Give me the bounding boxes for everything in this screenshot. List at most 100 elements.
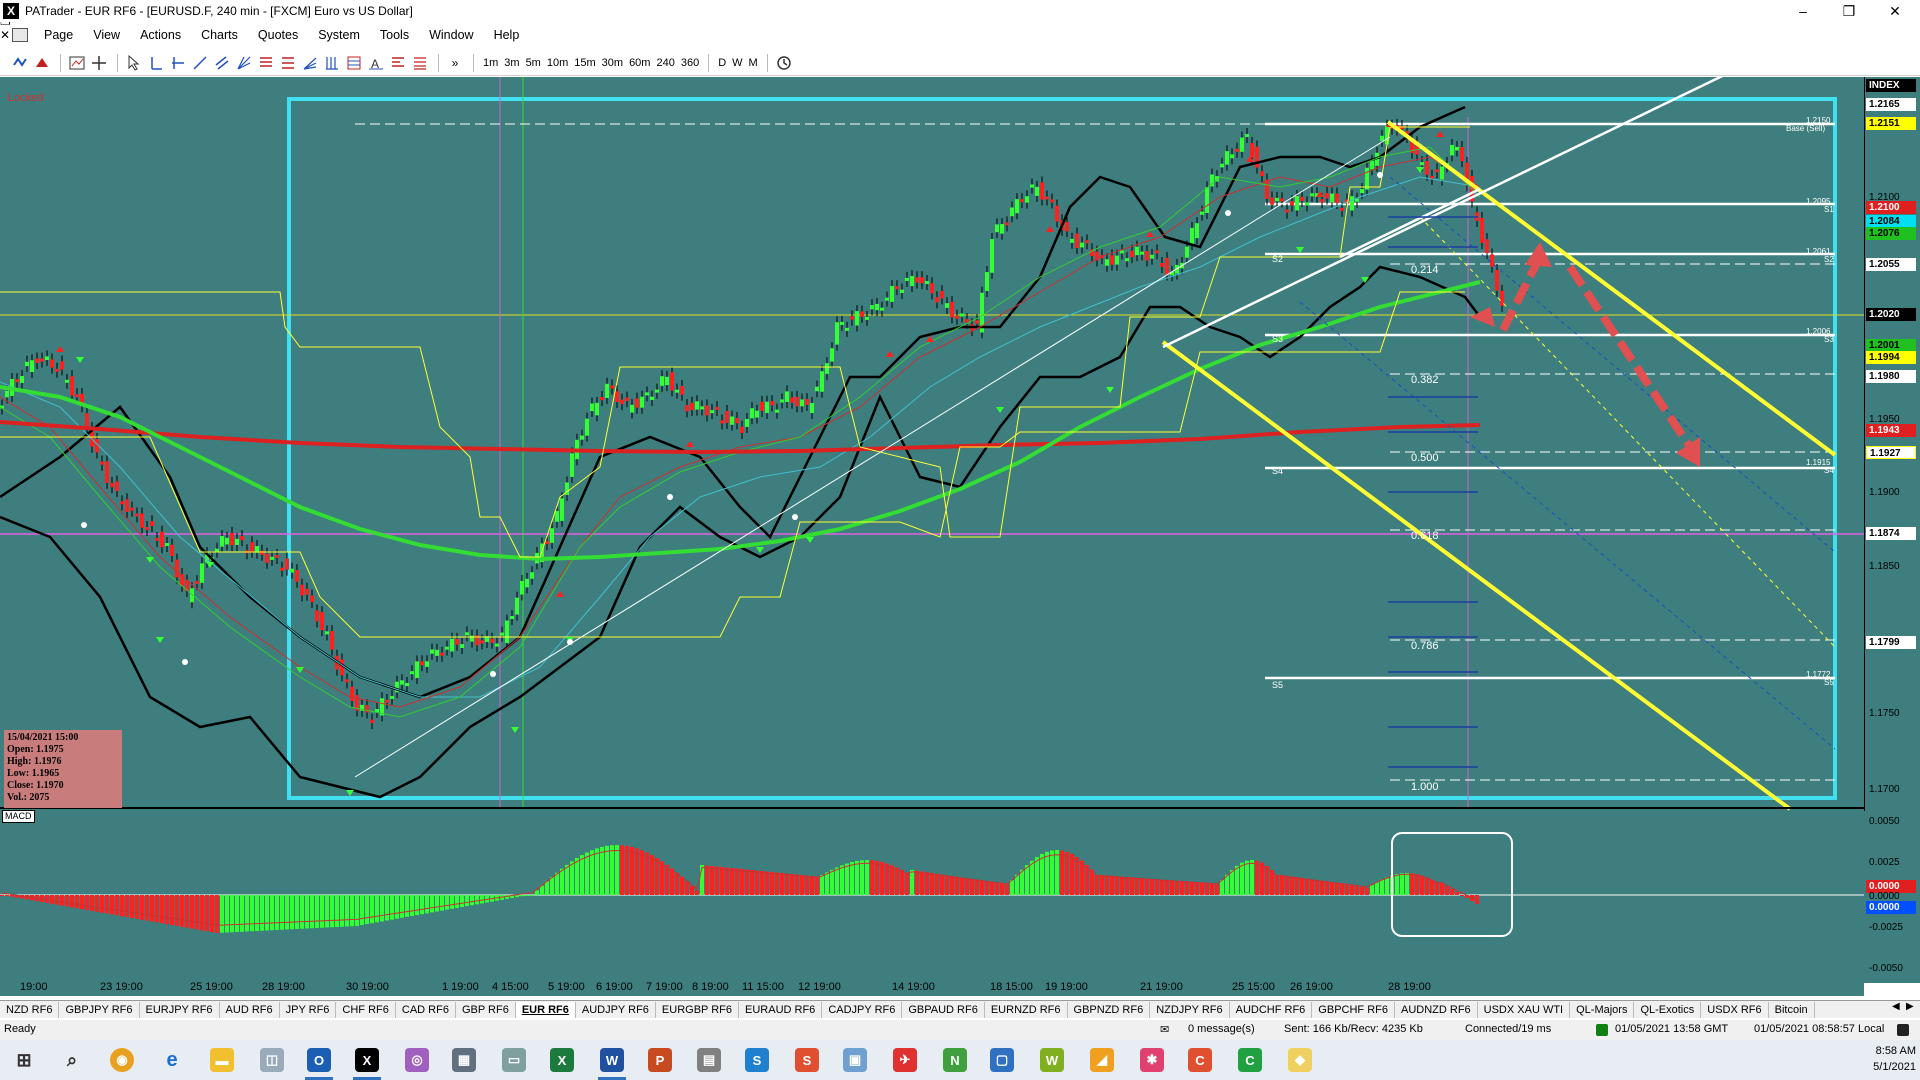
symbol-tab[interactable]: NZDJPY RF6 <box>1150 1001 1230 1018</box>
symbol-tab[interactable]: Bitcoin <box>1769 1001 1815 1018</box>
timeframe-30m[interactable]: 30m <box>599 53 626 73</box>
status-messages[interactable]: 0 message(s) <box>1188 1023 1255 1035</box>
app-icon[interactable]: ✈ <box>893 1048 917 1072</box>
menu-quotes[interactable]: Quotes <box>248 24 308 46</box>
symbol-tab[interactable]: JPY RF6 <box>280 1001 337 1018</box>
app-icon[interactable]: ▣ <box>843 1048 867 1072</box>
overflow-chevron-icon[interactable]: » <box>445 53 465 73</box>
timeframe-1m[interactable]: 1m <box>480 53 501 73</box>
app-icon[interactable]: ▭ <box>502 1048 526 1072</box>
app-icon[interactable]: ◫ <box>260 1048 284 1072</box>
calculator-icon[interactable]: ▦ <box>452 1048 476 1072</box>
symbol-tab[interactable]: QL-Exotics <box>1634 1001 1702 1018</box>
symbol-tab[interactable]: AUDCHF RF6 <box>1230 1001 1313 1018</box>
chrome-icon[interactable]: ◉ <box>110 1048 134 1072</box>
symbol-tab[interactable]: GBPAUD RF6 <box>902 1001 985 1018</box>
app-icon[interactable]: C <box>1188 1048 1212 1072</box>
search-icon[interactable]: ⌕ <box>60 1048 84 1072</box>
menu-window[interactable]: Window <box>419 24 483 46</box>
symbol-tab[interactable]: AUD RF6 <box>220 1001 280 1018</box>
slack-icon[interactable]: ✱ <box>1140 1048 1164 1072</box>
gann-box-icon[interactable] <box>344 53 364 73</box>
timeframe-60m[interactable]: 60m <box>626 53 653 73</box>
symbol-tab[interactable]: CADJPY RF6 <box>822 1001 903 1018</box>
period-daily[interactable]: D <box>715 53 729 73</box>
patrader-icon[interactable]: X <box>355 1048 379 1072</box>
app-icon[interactable]: S <box>795 1048 819 1072</box>
symbol-tab[interactable]: USDX XAU WTI <box>1478 1001 1571 1018</box>
restore-button[interactable]: ❐ <box>1826 0 1872 22</box>
close-button[interactable]: ✕ <box>1872 0 1918 22</box>
fibonacci-icon[interactable] <box>256 53 276 73</box>
word-icon[interactable]: W <box>600 1048 624 1072</box>
symbol-tab[interactable]: AUDNZD RF6 <box>1395 1001 1478 1018</box>
minimize-button[interactable]: – <box>1780 0 1826 22</box>
excel-icon[interactable]: X <box>550 1048 574 1072</box>
powerpoint-icon[interactable]: P <box>648 1048 672 1072</box>
app-icon[interactable]: ▢ <box>990 1048 1014 1072</box>
edge-icon[interactable]: e <box>160 1048 184 1072</box>
trade-icon[interactable] <box>32 53 52 73</box>
app-icon[interactable]: N <box>943 1048 967 1072</box>
outlook-icon[interactable]: O <box>307 1048 331 1072</box>
menu-system[interactable]: System <box>308 24 370 46</box>
folder-icon[interactable]: ▬ <box>210 1048 234 1072</box>
symbol-tab[interactable]: EUR RF6 <box>515 1001 576 1018</box>
channel-icon[interactable] <box>212 53 232 73</box>
app-icon[interactable]: ▤ <box>697 1048 721 1072</box>
menu-charts[interactable]: Charts <box>191 24 248 46</box>
app-icon[interactable]: ◆ <box>1288 1048 1312 1072</box>
fan-icon[interactable] <box>234 53 254 73</box>
symbol-tab[interactable]: EURJPY RF6 <box>140 1001 220 1018</box>
horizontal-line-icon[interactable] <box>168 53 188 73</box>
symbol-tab[interactable]: AUDJPY RF6 <box>576 1001 656 1018</box>
message-icon[interactable]: ✉ <box>1160 1023 1169 1036</box>
zoom-icon[interactable] <box>10 53 30 73</box>
price-axis[interactable] <box>1864 77 1920 811</box>
app-icon[interactable]: ◢ <box>1090 1048 1114 1072</box>
start-icon[interactable]: ⊞ <box>12 1048 36 1072</box>
clock-icon[interactable] <box>774 53 794 73</box>
menu-view[interactable]: View <box>83 24 130 46</box>
crosshair-icon[interactable] <box>89 53 109 73</box>
app-icon[interactable]: C <box>1238 1048 1262 1072</box>
symbol-tab[interactable]: QL-Majors <box>1570 1001 1635 1018</box>
symbol-tab[interactable]: CAD RF6 <box>396 1001 456 1018</box>
timeframe-10m[interactable]: 10m <box>544 53 571 73</box>
cursor-icon[interactable] <box>124 53 144 73</box>
timeframe-15m[interactable]: 15m <box>571 53 598 73</box>
tab-scroll-right-icon[interactable]: ▶ <box>1906 1001 1914 1012</box>
app-icon[interactable]: W <box>1040 1048 1064 1072</box>
timeframe-240[interactable]: 240 <box>653 53 677 73</box>
symbol-tab[interactable]: EURAUD RF6 <box>739 1001 823 1018</box>
symbol-tab[interactable]: EURNZD RF6 <box>985 1001 1068 1018</box>
chart-canvas[interactable] <box>0 77 1864 983</box>
vertical-line-icon[interactable] <box>146 53 166 73</box>
mdi-chart-icon[interactable] <box>12 28 28 42</box>
symbol-tab[interactable]: USDX RF6 <box>1701 1001 1769 1018</box>
app-icon[interactable]: ◎ <box>405 1048 429 1072</box>
symbol-tab[interactable]: NZD RF6 <box>0 1001 60 1018</box>
text-tool-icon[interactable]: A <box>366 53 386 73</box>
menu-actions[interactable]: Actions <box>130 24 191 46</box>
price-levels-icon[interactable] <box>410 53 430 73</box>
period-weekly[interactable]: W <box>729 53 745 73</box>
levels-icon[interactable] <box>388 53 408 73</box>
app-icon[interactable]: S <box>745 1048 769 1072</box>
cycle-lines-icon[interactable] <box>322 53 342 73</box>
tab-scroll-left-icon[interactable]: ◀ <box>1892 1001 1900 1012</box>
timeframe-360[interactable]: 360 <box>678 53 702 73</box>
timeframe-3m[interactable]: 3m <box>501 53 522 73</box>
menu-page[interactable]: Page <box>34 24 83 46</box>
fib-retracement-icon[interactable] <box>278 53 298 73</box>
symbol-tab[interactable]: CHF RF6 <box>336 1001 396 1018</box>
symbol-tab[interactable]: GBPCHF RF6 <box>1312 1001 1395 1018</box>
period-monthly[interactable]: M <box>746 53 761 73</box>
trendline-icon[interactable] <box>190 53 210 73</box>
menu-tools[interactable]: Tools <box>370 24 419 46</box>
symbol-tab[interactable]: GBPJPY RF6 <box>59 1001 140 1018</box>
menu-help[interactable]: Help <box>484 24 530 46</box>
symbol-tab[interactable]: GBPNZD RF6 <box>1068 1001 1151 1018</box>
timeframe-5m[interactable]: 5m <box>523 53 544 73</box>
fib-fan-icon[interactable] <box>300 53 320 73</box>
